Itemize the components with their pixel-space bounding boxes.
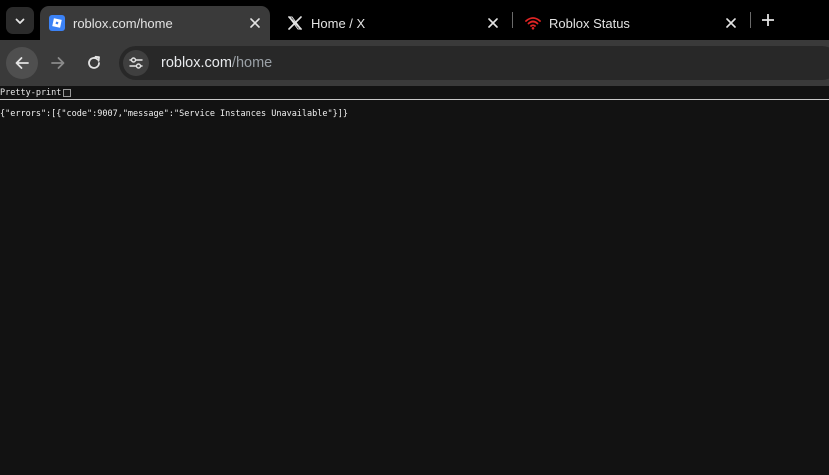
close-icon[interactable] (723, 15, 739, 31)
tab-title: Home / X (311, 15, 366, 31)
tab-strip: roblox.com/home Home / X Roblox Status (0, 0, 829, 40)
arrow-left-icon (15, 57, 29, 69)
wifi-signal-icon (525, 15, 541, 31)
chevron-down-icon (15, 18, 25, 24)
tab-title: roblox.com/home (73, 15, 173, 31)
divider (0, 99, 829, 100)
tab-search-button[interactable] (6, 7, 34, 34)
back-button[interactable] (6, 47, 38, 79)
url-path: /home (231, 55, 273, 71)
site-info-button[interactable] (123, 50, 149, 76)
pretty-print-label: Pretty-print (0, 88, 62, 98)
close-icon[interactable] (247, 15, 263, 31)
forward-button[interactable] (42, 47, 74, 79)
tab-home-x[interactable]: Home / X (278, 6, 508, 40)
roblox-logo-icon (49, 15, 65, 31)
tab-separator (512, 12, 513, 28)
reload-button[interactable] (78, 47, 110, 79)
pretty-print-control[interactable]: Pretty-print (0, 87, 72, 99)
tune-settings-icon (129, 57, 143, 69)
browser-toolbar: roblox.com/home (0, 40, 829, 86)
x-logo-icon (287, 15, 303, 31)
json-content: {"errors":[{"code":9007,"message":"Servi… (0, 109, 348, 119)
tab-roblox-home[interactable]: roblox.com/home (40, 6, 270, 40)
reload-icon (88, 55, 100, 69)
tab-separator (750, 12, 751, 28)
arrow-right-icon (51, 57, 65, 69)
plus-icon (762, 14, 774, 26)
url-text[interactable]: roblox.com/home (161, 55, 272, 71)
tab-roblox-status[interactable]: Roblox Status (516, 6, 746, 40)
tab-title: Roblox Status (549, 15, 630, 31)
address-bar[interactable]: roblox.com/home (119, 46, 829, 80)
close-icon[interactable] (485, 15, 501, 31)
pretty-print-checkbox[interactable] (63, 89, 72, 97)
new-tab-button[interactable] (758, 10, 778, 30)
url-host: roblox.com (161, 55, 232, 71)
